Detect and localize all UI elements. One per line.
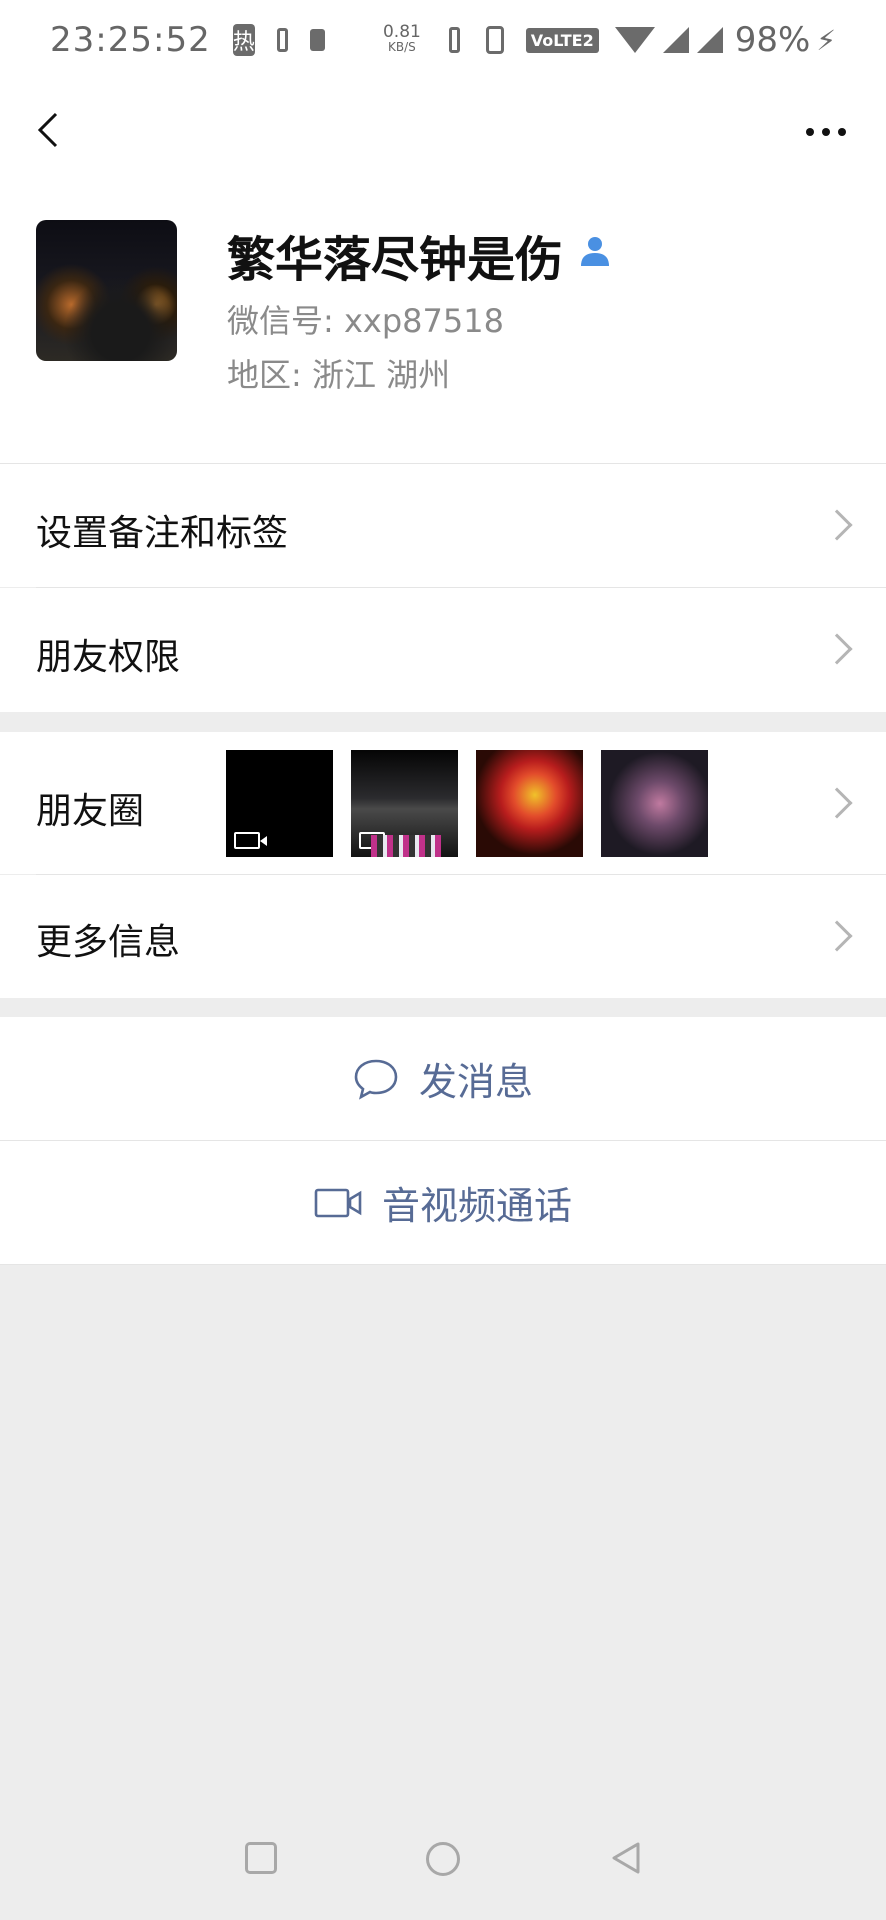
video-camera-icon xyxy=(314,1188,362,1217)
friend-permissions-label: 朋友权限 xyxy=(36,637,181,678)
send-message-label: 发消息 xyxy=(418,1060,533,1104)
chevron-right-icon xyxy=(821,787,853,819)
nfc-icon xyxy=(486,26,504,54)
video-call-label: 音视频通话 xyxy=(381,1184,572,1228)
image-icon xyxy=(310,29,325,51)
charging-icon: ⚡ xyxy=(816,23,836,57)
moments-label: 朋友圈 xyxy=(36,791,145,832)
more-info-label: 更多信息 xyxy=(36,922,181,963)
moments-row[interactable]: 朋友圈 xyxy=(0,732,886,874)
hot-news-icon: 热 xyxy=(232,24,255,56)
video-icon xyxy=(359,832,392,849)
more-info-row[interactable]: 更多信息 xyxy=(0,875,886,998)
remark-tags-row[interactable]: 设置备注和标签 xyxy=(0,464,886,587)
friend-permissions-row[interactable]: 朋友权限 xyxy=(0,588,886,712)
moment-thumbnail[interactable] xyxy=(601,750,708,857)
download-icon xyxy=(276,28,289,52)
video-call-button[interactable]: 音视频通话 xyxy=(0,1141,886,1264)
status-time: 23:25:52 xyxy=(50,20,211,60)
system-nav-bar xyxy=(0,1800,886,1920)
person-icon xyxy=(581,237,609,266)
phone-icon xyxy=(448,27,461,53)
send-message-button[interactable]: 发消息 xyxy=(0,1017,886,1140)
signal-icon-2 xyxy=(696,27,723,53)
chat-bubble-icon xyxy=(354,1059,398,1100)
remark-tags-label: 设置备注和标签 xyxy=(36,513,289,554)
contact-name: 繁华落尽钟是伤 xyxy=(227,232,564,288)
moments-thumbnails xyxy=(226,750,708,857)
chevron-right-icon xyxy=(821,509,853,541)
back-icon[interactable] xyxy=(30,110,70,150)
region: 地区: 浙江 湖州 xyxy=(227,356,451,394)
top-bar xyxy=(0,80,886,180)
profile-card: 繁华落尽钟是伤 微信号: xxp87518 地区: 浙江 湖州 xyxy=(0,180,886,463)
chevron-right-icon xyxy=(821,633,853,665)
network-speed: 0.81 KB/S xyxy=(382,22,421,55)
wifi-icon xyxy=(614,27,655,53)
avatar[interactable] xyxy=(36,220,177,361)
home-icon[interactable] xyxy=(426,1842,460,1876)
moment-thumbnail[interactable] xyxy=(351,750,458,857)
status-bar: 23:25:52 热 0.81 KB/S VoLTE2 98% ⚡ xyxy=(0,0,886,80)
more-dots-icon[interactable] xyxy=(806,128,846,136)
volte-badge: VoLTE2 xyxy=(525,27,599,53)
chevron-right-icon xyxy=(821,920,853,952)
wechat-id: 微信号: xxp87518 xyxy=(227,302,504,340)
signal-icon xyxy=(662,27,689,53)
battery-level: 98% xyxy=(734,20,811,60)
back-triangle-icon[interactable] xyxy=(608,1840,642,1876)
moment-thumbnail[interactable] xyxy=(226,750,333,857)
divider xyxy=(0,1264,886,1265)
moment-thumbnail[interactable] xyxy=(476,750,583,857)
video-icon xyxy=(234,832,267,849)
recents-icon[interactable] xyxy=(245,1842,277,1874)
